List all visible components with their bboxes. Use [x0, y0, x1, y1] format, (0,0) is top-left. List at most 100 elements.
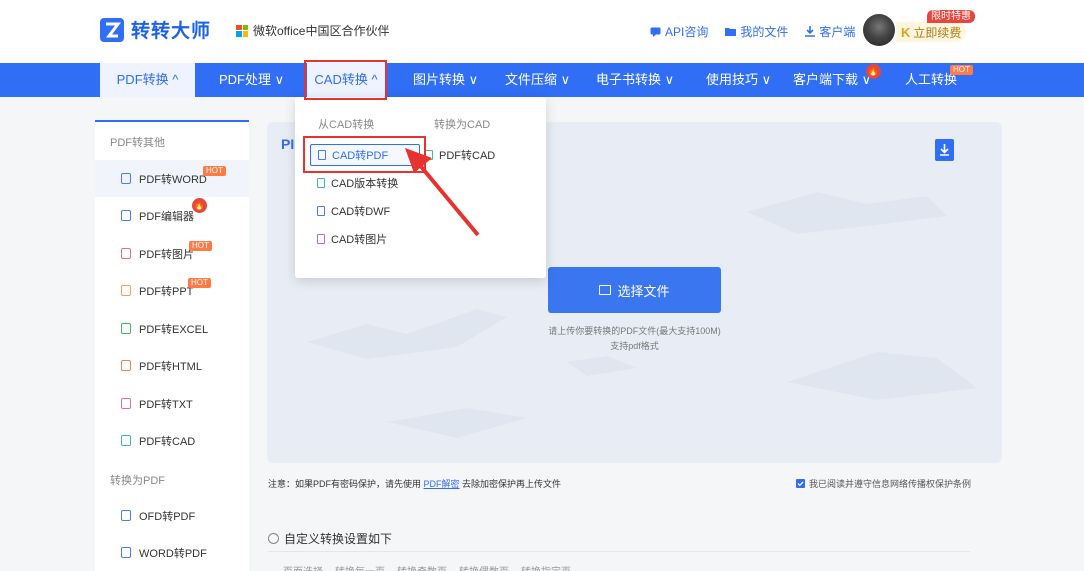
page-options: 页面选择 转换每一页 转换奇数页 转换偶数页 转换指定页	[283, 563, 571, 571]
sidebar-section-to-pdf: 转换为PDF	[110, 475, 165, 487]
nav-pdf-process[interactable]: PDF处理 ∨	[219, 63, 284, 97]
nav-pdf-convert[interactable]: PDF转换 ^	[100, 63, 195, 97]
sidebar-item-pdf-to-cad[interactable]: PDF转CAD	[95, 422, 249, 459]
select-file-button[interactable]: 选择文件	[548, 267, 721, 313]
upload-title: PI	[281, 136, 295, 152]
checkbox-checked-icon	[796, 479, 805, 488]
sidebar-item-pdf-to-word[interactable]: PDF转WORD	[95, 160, 249, 197]
page-option-odd[interactable]: 转换奇数页	[397, 563, 447, 571]
client-label: 客户端	[819, 25, 856, 39]
sidebar-item-label: WORD转PDF	[139, 547, 207, 560]
page-option-custom[interactable]: 转换指定页	[521, 563, 571, 571]
hot-badge: HOT	[950, 65, 973, 75]
menu-item-label: PDF转CAD	[439, 150, 496, 162]
hot-badge: HOT	[188, 278, 211, 288]
sidebar-item-label: OFD转PDF	[139, 510, 196, 523]
nav-client-download[interactable]: 客户端下载 ∨	[793, 63, 871, 97]
download-icon	[805, 26, 816, 37]
sidebar: PDF转其他 PDF转WORD HOT PDF编辑器 🔥 PDF转图片 HOT …	[95, 120, 249, 571]
partner-text: 微软office中国区合作伙伴	[253, 24, 390, 38]
sidebar-item-pdf-editor[interactable]: PDF编辑器	[95, 197, 249, 234]
sidebar-item-word-to-pdf[interactable]: WORD转PDF	[95, 534, 249, 571]
vip-icon: K	[901, 24, 911, 40]
menu-item-label: CAD版本转换	[331, 178, 399, 190]
menu-item-cad-to-image[interactable]: CAD转图片	[317, 228, 387, 250]
menu-item-pdf-to-cad[interactable]: PDF转CAD	[425, 144, 495, 166]
version-icon	[317, 178, 325, 188]
page-option-label: 页面选择	[283, 563, 323, 571]
nav-ebook-convert[interactable]: 电子书转换 ∨	[596, 63, 674, 97]
sidebar-item-pdf-to-image[interactable]: PDF转图片	[95, 235, 249, 272]
download-icon[interactable]	[935, 139, 954, 161]
image-file-icon	[317, 234, 325, 244]
my-files-link[interactable]: 我的文件	[725, 23, 788, 40]
renew-button[interactable]: K 立即续费	[896, 22, 966, 42]
main-nav: PDF转换 ^ PDF处理 ∨ CAD转换 ^ 图片转换 ∨ 文件压缩 ∨ 电子…	[0, 63, 1084, 97]
ppt-file-icon	[121, 285, 131, 296]
page-option-even[interactable]: 转换偶数页	[459, 563, 509, 571]
hot-badge: HOT	[189, 241, 212, 251]
nav-image-convert[interactable]: 图片转换 ∨	[413, 63, 478, 97]
menu-item-label: CAD转DWF	[331, 206, 391, 218]
nav-tips[interactable]: 使用技巧 ∨	[706, 63, 771, 97]
api-link-label: API咨询	[665, 25, 709, 39]
logo[interactable]: 转转大师	[100, 16, 211, 43]
special-offer-badge: 限时特惠	[927, 10, 975, 23]
avatar[interactable]	[863, 14, 895, 46]
sidebar-item-pdf-to-html[interactable]: PDF转HTML	[95, 347, 249, 384]
txt-file-icon	[121, 398, 131, 409]
word-file-icon	[121, 173, 131, 184]
hot-badge: HOT	[203, 166, 226, 176]
folder-icon	[725, 28, 737, 36]
agreement-checkbox[interactable]: 我已阅读并遵守信息网络传播权保护条例	[796, 477, 971, 490]
custom-settings-header: 自定义转换设置如下	[268, 530, 392, 547]
sidebar-item-label: PDF转WORD	[139, 173, 207, 186]
image-file-icon	[121, 248, 131, 259]
pdf-file-icon	[318, 150, 326, 160]
logo-mark-icon	[100, 17, 124, 42]
agreement-label: 我已阅读并遵守信息网络传播权保护条例	[809, 479, 972, 489]
sidebar-item-label: PDF编辑器	[139, 210, 194, 223]
sidebar-item-label: PDF转TXT	[139, 398, 193, 411]
sidebar-item-pdf-to-ppt[interactable]: PDF转PPT	[95, 272, 249, 309]
html-file-icon	[121, 360, 131, 371]
password-note: 注意：如果PDF有密码保护，请先使用 PDF解密 去除加密保护再上传文件	[268, 477, 561, 490]
menu-item-cad-to-pdf[interactable]: CAD转PDF	[310, 144, 420, 166]
to-cad-header: 转换为CAD	[434, 119, 491, 131]
top-bar: 转转大师 微软office中国区合作伙伴 API咨询 我的文件 客户端 K 立即…	[0, 0, 1084, 63]
nav-file-compress[interactable]: 文件压缩 ∨	[505, 63, 570, 97]
api-link[interactable]: API咨询	[650, 23, 708, 40]
format-hint: 支持pdf格式	[610, 341, 659, 351]
renew-label: 立即续费	[913, 25, 962, 40]
fire-icon: 🔥	[192, 198, 207, 213]
note-prefix: 注意：如果PDF有密码保护，请先使用	[268, 479, 424, 489]
pdf-decrypt-link[interactable]: PDF解密	[424, 479, 460, 489]
sidebar-item-ofd-to-pdf[interactable]: OFD转PDF	[95, 497, 249, 534]
sidebar-item-pdf-to-txt[interactable]: PDF转TXT	[95, 385, 249, 422]
fire-icon: 🔥	[866, 64, 881, 79]
brand-name: 转转大师	[131, 21, 212, 42]
editor-icon	[121, 210, 131, 221]
chat-icon	[650, 27, 661, 37]
page-option-all[interactable]: 转换每一页	[335, 563, 385, 571]
sidebar-item-label: PDF转PPT	[139, 285, 194, 298]
partner-badge: 微软office中国区合作伙伴	[236, 22, 389, 39]
menu-item-cad-to-dwf[interactable]: CAD转DWF	[317, 200, 390, 222]
excel-file-icon	[121, 323, 131, 334]
client-link[interactable]: 客户端	[805, 23, 855, 40]
cad-file-icon	[425, 150, 433, 160]
upload-folder-icon	[599, 285, 612, 295]
cad-dropdown-menu: 从CAD转换 转换为CAD CAD转PDF CAD版本转换 CAD转DWF CA…	[295, 97, 546, 278]
dwf-file-icon	[317, 206, 325, 216]
cad-file-icon	[121, 435, 131, 446]
nav-cad-convert[interactable]: CAD转换 ^	[307, 63, 385, 97]
sidebar-section-pdf-to-other: PDF转其他	[110, 137, 165, 149]
sidebar-item-label: PDF转图片	[139, 248, 194, 261]
from-cad-header: 从CAD转换	[318, 119, 375, 131]
sidebar-item-label: PDF转HTML	[139, 360, 202, 373]
divider	[268, 551, 970, 552]
gear-icon	[268, 533, 279, 544]
word-file-icon	[121, 547, 131, 558]
sidebar-item-pdf-to-excel[interactable]: PDF转EXCEL	[95, 310, 249, 347]
menu-item-cad-version[interactable]: CAD版本转换	[317, 172, 398, 194]
